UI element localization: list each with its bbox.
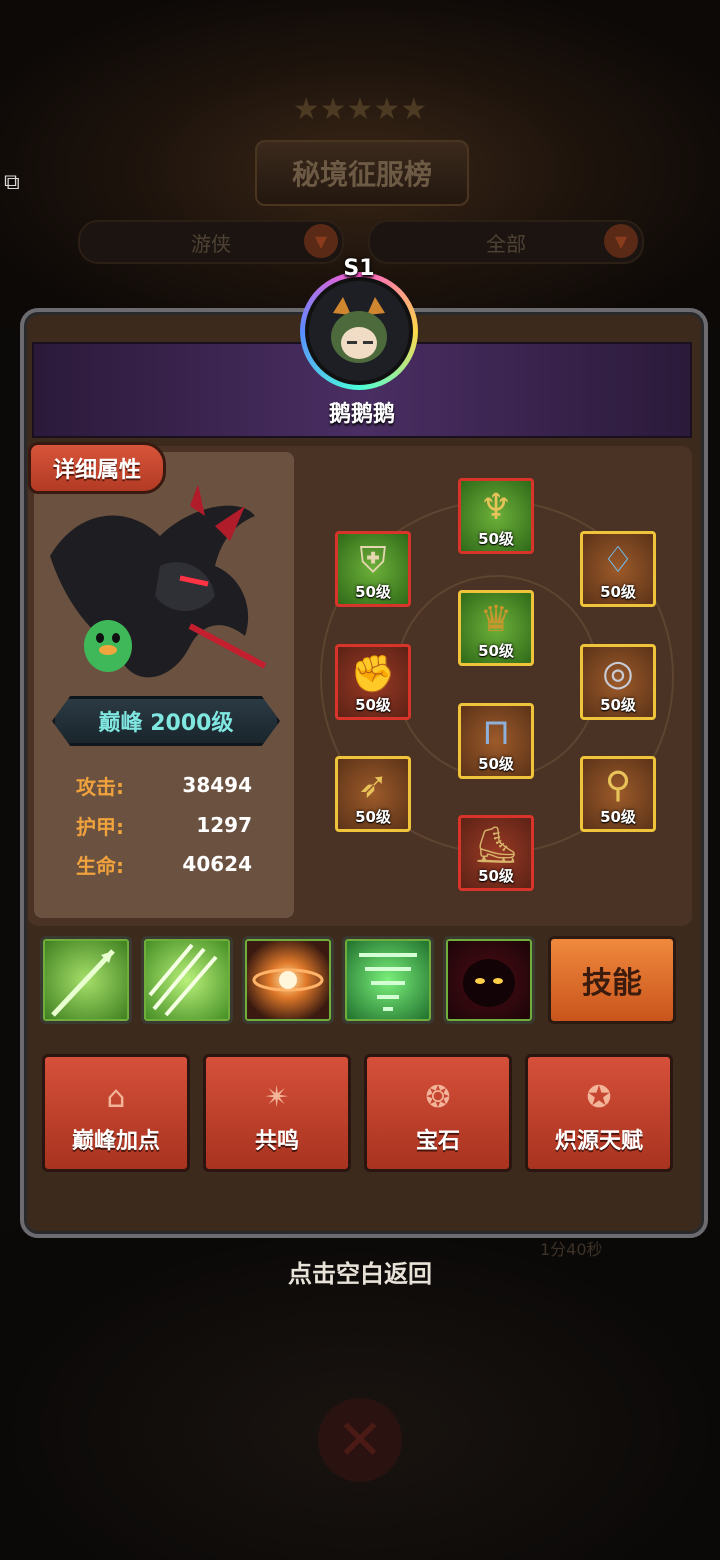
talent-label: 炽源天赋 — [554, 1129, 643, 1154]
equip-level: 50级 — [355, 808, 391, 826]
gem-button[interactable]: ❂ 宝石 — [364, 1054, 512, 1172]
talent-icon: ✪ — [586, 1080, 612, 1115]
rank-stars-icon: ★★★★★ — [292, 92, 428, 127]
equip-level: 50级 — [478, 642, 514, 660]
boots-icon: ⛸ — [473, 825, 519, 866]
gem-icon: ❂ — [425, 1080, 451, 1115]
resonance-icon: ✴ — [264, 1080, 290, 1115]
equip-level: 50级 — [355, 696, 391, 714]
breastplate-icon: ⛨ — [359, 540, 387, 581]
equip-level: 50级 — [600, 583, 636, 601]
equip-slot-quiver[interactable]: ⚲ 50级 — [580, 756, 656, 832]
shadow-icon — [463, 959, 515, 1007]
antler-helm-icon: ♆ — [479, 487, 513, 528]
scope-filter: 全部 ▼ — [368, 220, 644, 264]
tap-blank-to-return[interactable]: 点击空白返回 — [0, 1254, 720, 1289]
resonance-button[interactable]: ✴ 共鸣 — [203, 1054, 351, 1172]
skill-slot-4[interactable] — [342, 936, 434, 1024]
stat-label: 护甲: — [76, 814, 124, 839]
equip-slot-antler-helm[interactable]: ♆ 50级 — [458, 478, 534, 554]
equip-level: 50级 — [478, 867, 514, 885]
orb-icon — [252, 968, 324, 992]
tornado-icon — [359, 953, 417, 1011]
equip-level: 50级 — [600, 696, 636, 714]
close-cross-icon: ✕ — [318, 1398, 402, 1482]
skills-button[interactable]: 技能 — [548, 936, 676, 1024]
skill-slot-3[interactable] — [242, 936, 334, 1024]
resonance-label: 共鸣 — [254, 1129, 299, 1154]
necklace-icon: ♢ — [601, 540, 635, 581]
dragon-armor-hero-icon — [50, 484, 267, 678]
hooded-ranger-avatar-icon — [331, 297, 387, 363]
equip-level: 50级 — [478, 530, 514, 548]
equip-level: 50级 — [600, 808, 636, 826]
stat-label: 生命: — [76, 853, 124, 878]
class-filter: 游侠 ▼ — [78, 220, 344, 264]
stat-armor: 护甲: 1297 — [76, 810, 252, 840]
level-plate: 巅峰 2000级 — [52, 696, 280, 746]
equip-slot-boots[interactable]: ⛸ 50级 — [458, 815, 534, 891]
skill-slot-2[interactable] — [141, 936, 233, 1024]
bow-icon: ➶ — [357, 765, 389, 806]
equip-slot-chest[interactable]: ⛨ 50级 — [335, 531, 411, 607]
skill-slot-5[interactable] — [443, 936, 535, 1024]
equip-slot-ring[interactable]: ◎ 50级 — [580, 644, 656, 720]
stat-attack: 攻击: 38494 — [76, 770, 252, 800]
player-name: 鹅鹅鹅 — [328, 402, 395, 427]
gem-label: 宝石 — [415, 1129, 460, 1154]
class-filter-label: 游侠 — [191, 231, 231, 256]
horned-helm-icon: ♛ — [479, 599, 513, 640]
background-title: 秘境征服榜 — [255, 140, 469, 206]
equip-slot-helmet[interactable]: ♛ 50级 — [458, 590, 534, 666]
equip-slot-pants[interactable]: ⊓ 50级 — [458, 703, 534, 779]
equip-level: 50级 — [478, 755, 514, 773]
avatar — [305, 277, 413, 385]
season-badge: S1 — [343, 256, 375, 281]
stat-value: 1297 — [196, 813, 252, 837]
equip-level: 50级 — [355, 583, 391, 601]
chevron-down-icon: ▼ — [304, 224, 338, 258]
skill-slot-1[interactable] — [40, 936, 132, 1024]
house-plus-icon: ⌂ — [106, 1080, 126, 1115]
talent-button[interactable]: ✪ 炽源天赋 — [525, 1054, 673, 1172]
quiver-icon: ⚲ — [604, 765, 632, 806]
stat-value: 40624 — [182, 852, 252, 876]
pants-icon: ⊓ — [481, 712, 511, 753]
peak-points-button[interactable]: ⌂ 巅峰加点 — [42, 1054, 190, 1172]
player-avatar-frame — [300, 272, 418, 390]
arrow-rain-icon — [148, 943, 218, 1017]
scope-filter-label: 全部 — [486, 231, 526, 256]
stat-label: 攻击: — [76, 774, 124, 799]
hero-portrait — [40, 484, 280, 696]
puzzle-icon[interactable]: ⧉ — [4, 170, 34, 198]
equip-slot-necklace[interactable]: ♢ 50级 — [580, 531, 656, 607]
arrow-strike-icon — [51, 949, 115, 1017]
stat-health: 生命: 40624 — [76, 849, 252, 879]
stat-value: 38494 — [182, 773, 252, 797]
peak-points-label: 巅峰加点 — [71, 1129, 160, 1154]
ring-icon: ◎ — [602, 653, 634, 694]
gauntlet-icon: ✊ — [350, 654, 396, 695]
chevron-down-icon: ▼ — [604, 224, 638, 258]
equip-slot-gloves[interactable]: ✊ 50级 — [335, 644, 411, 720]
equip-slot-bow[interactable]: ➶ 50级 — [335, 756, 411, 832]
